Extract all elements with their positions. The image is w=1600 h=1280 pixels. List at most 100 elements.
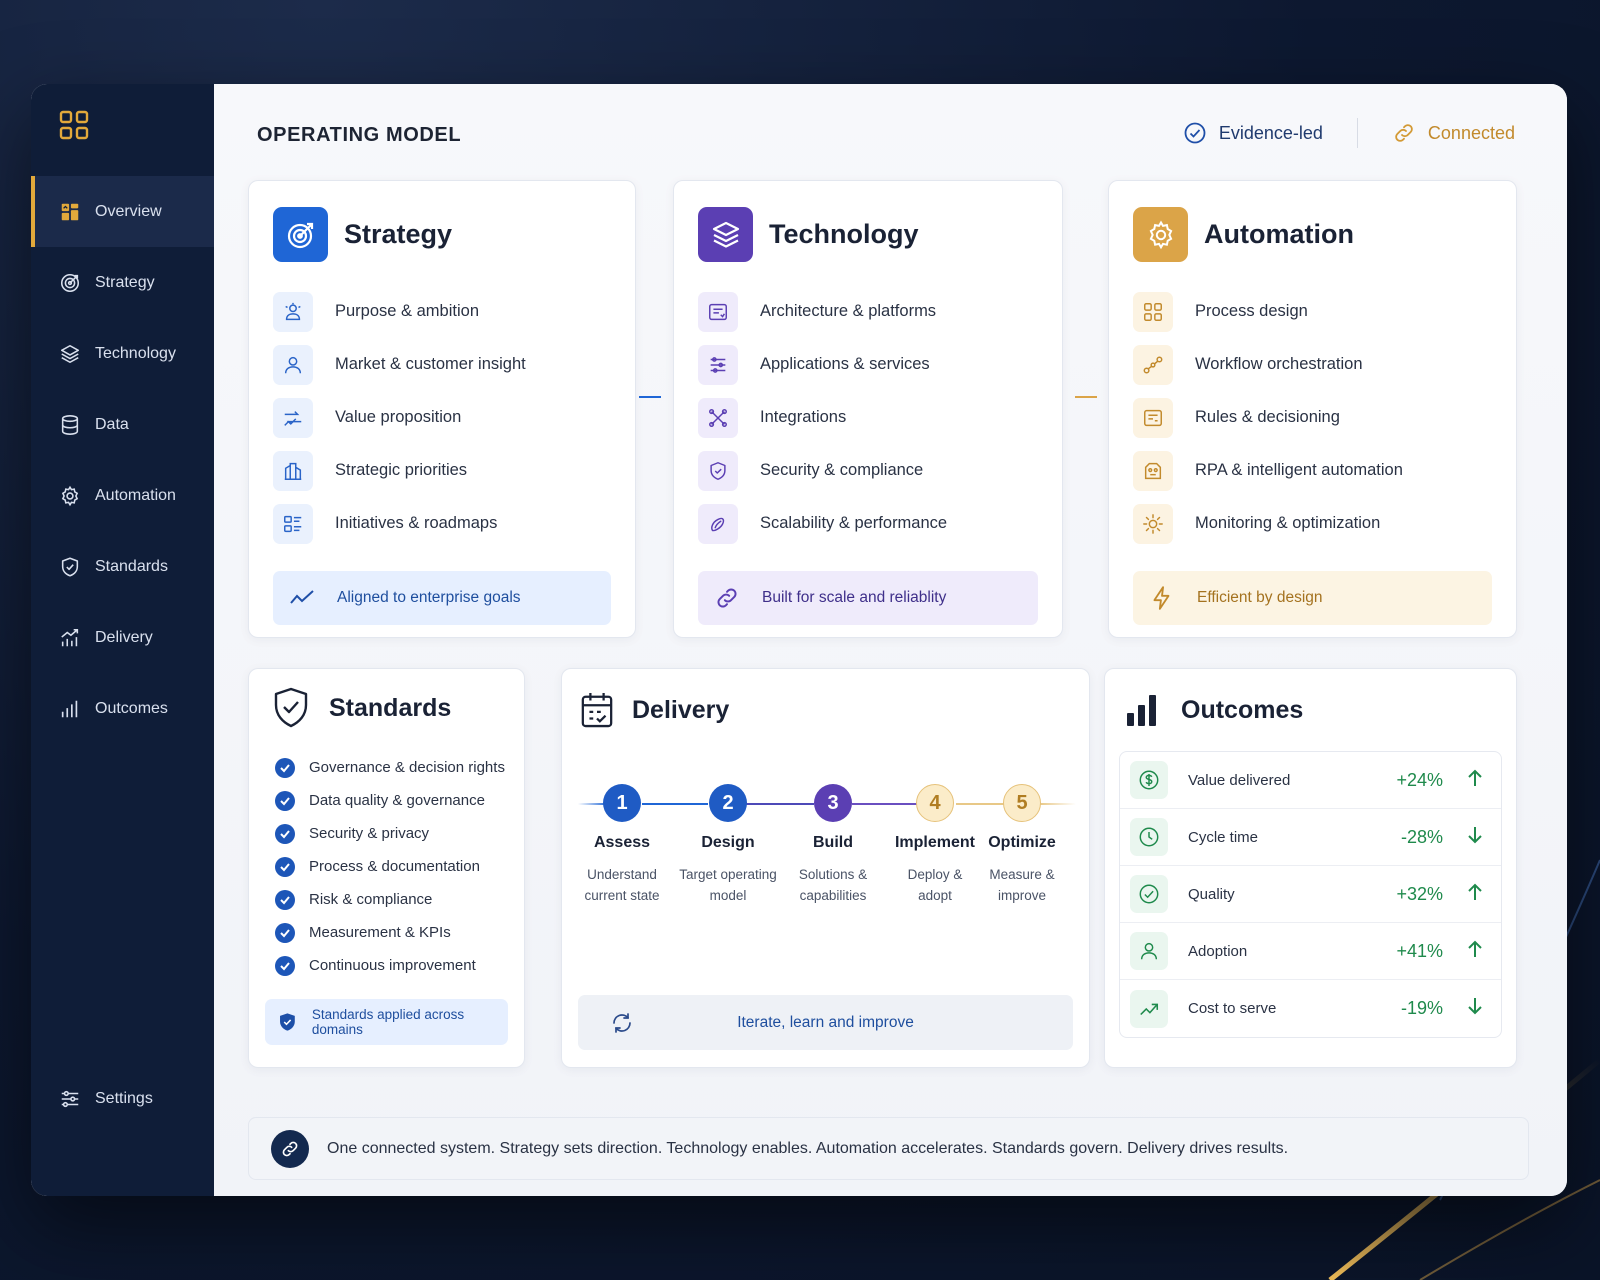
- outcome-label: Cycle time: [1188, 828, 1259, 846]
- workflow-icon: [1143, 355, 1163, 374]
- strategy-card-icon-tile: [273, 207, 328, 262]
- bar-chart-icon: [61, 700, 78, 717]
- list-item-label: Governance & decision rights: [309, 759, 505, 776]
- list-item-label: Security & privacy: [309, 825, 430, 842]
- list-item[interactable]: Process design: [1133, 285, 1492, 338]
- delivery-step-build[interactable]: 3 Build Solutions & capabilities: [778, 784, 888, 906]
- gear-icon: [1149, 220, 1172, 249]
- strategy-list: Purpose & ambition Market & customer ins…: [273, 285, 611, 550]
- list-item[interactable]: Workflow orchestration: [1133, 338, 1492, 391]
- outcome-value: +24%: [1396, 769, 1443, 790]
- list-item[interactable]: Integrations: [698, 391, 1038, 444]
- list-item[interactable]: Purpose & ambition: [273, 285, 611, 338]
- team-icon: [285, 302, 301, 320]
- list-item[interactable]: Strategic priorities: [273, 444, 611, 497]
- sidebar-item-settings[interactable]: Settings: [31, 1063, 214, 1134]
- list-item[interactable]: Security & compliance: [698, 444, 1038, 497]
- technology-footer-pill: Built for scale and reliablity: [698, 571, 1038, 625]
- evidence-led-label: Evidence-led: [1218, 122, 1323, 143]
- list-item-label: Process & documentation: [309, 858, 480, 875]
- step-number: 3: [814, 784, 852, 822]
- app-grid-logo-icon[interactable]: [59, 110, 89, 140]
- list-item[interactable]: Initiatives & roadmaps: [273, 497, 611, 550]
- sidebar-item-label: Overview: [95, 202, 162, 220]
- list-item[interactable]: RPA & intelligent automation: [1133, 444, 1492, 497]
- list-item: Data quality & governance: [275, 784, 505, 817]
- technology-card: Technology Architecture & platforms Appl…: [673, 180, 1063, 638]
- step-description: Measure & improve: [989, 867, 1055, 903]
- gear-icon: [61, 485, 79, 506]
- list-item-label: Continuous improvement: [309, 957, 476, 974]
- footer-banner: One connected system. Strategy sets dire…: [248, 1117, 1529, 1180]
- link-icon: [1395, 124, 1413, 142]
- check-circle-icon: [1139, 884, 1159, 904]
- outcome-label: Quality: [1188, 885, 1235, 903]
- layers-icon: [60, 344, 80, 363]
- outcome-value: -28%: [1400, 826, 1443, 847]
- table-row: Adoption +41%: [1120, 923, 1501, 980]
- sidebar-item-label: Delivery: [95, 628, 153, 646]
- strategy-footer-label: Aligned to enterprise goals: [337, 589, 521, 606]
- delivery-footer-pill: Iterate, learn and improve: [578, 995, 1073, 1050]
- lightning-icon: [1153, 586, 1170, 610]
- list-item-label: Process design: [1195, 302, 1308, 320]
- check-icon: [275, 889, 295, 910]
- delivery-step-design[interactable]: 2 Design Target operating model: [673, 784, 783, 906]
- clock-icon: [1139, 827, 1159, 847]
- check-icon: [275, 823, 295, 844]
- strategy-card: Strategy Purpose & ambition Market & cus…: [248, 180, 636, 638]
- list-item[interactable]: Monitoring & optimization: [1133, 497, 1492, 550]
- sidebar-item-label: Data: [95, 415, 129, 433]
- delivery-step-assess[interactable]: 1 Assess Understand current state: [567, 784, 677, 906]
- table-row: Cost to serve -19%: [1120, 980, 1501, 1037]
- sidebar-item-technology[interactable]: Technology: [31, 318, 214, 389]
- step-number: 2: [709, 784, 747, 822]
- list-item[interactable]: Rules & decisioning: [1133, 391, 1492, 444]
- outcome-label: Value delivered: [1188, 771, 1291, 789]
- sidebar-item-outcomes[interactable]: Outcomes: [31, 673, 214, 744]
- list-item-label: Architecture & platforms: [760, 302, 937, 320]
- app-window: Overview Strategy Technology Data Automa…: [31, 84, 1567, 1196]
- sliders-icon: [61, 1090, 79, 1107]
- performance-icon: [711, 517, 725, 531]
- delivery-card: Delivery 1 Assess Understand current stat…: [561, 668, 1090, 1068]
- sidebar-item-data[interactable]: Data: [31, 389, 214, 460]
- evidence-led-badge[interactable]: Evidence-led: [1183, 121, 1323, 145]
- list-item[interactable]: Market & customer insight: [273, 338, 611, 391]
- strategy-footer-pill: Aligned to enterprise goals: [273, 571, 611, 625]
- shield-icon: [61, 557, 79, 576]
- refresh-icon: [613, 1012, 631, 1033]
- sidebar-item-overview[interactable]: Overview: [31, 176, 214, 247]
- sidebar-item-label: Strategy: [95, 273, 155, 291]
- list-item: Measurement & KPIs: [275, 916, 505, 949]
- technology-card-title: Technology: [769, 219, 919, 249]
- list-item-label: RPA & intelligent automation: [1195, 461, 1403, 479]
- trend-line-icon: [290, 590, 314, 604]
- check-circle-icon: [1184, 122, 1206, 144]
- list-item[interactable]: Value proposition: [273, 391, 611, 444]
- link-icon: [717, 588, 737, 608]
- shield-check-icon: [274, 687, 308, 728]
- sidebar-item-delivery[interactable]: Delivery: [31, 602, 214, 673]
- list-item[interactable]: Applications & services: [698, 338, 1038, 391]
- outcomes-card: Outcomes Value delivered +24% Cycle time…: [1104, 668, 1517, 1068]
- sidebar-item-automation[interactable]: Automation: [31, 460, 214, 531]
- check-icon: [275, 856, 295, 877]
- sidebar-item-standards[interactable]: Standards: [31, 531, 214, 602]
- technology-list: Architecture & platforms Applications & …: [698, 285, 1038, 550]
- connected-label: Connected: [1427, 122, 1515, 143]
- footer-text: One connected system. Strategy sets dire…: [327, 1139, 1289, 1157]
- technology-footer-label: Built for scale and reliablity: [762, 589, 947, 606]
- list-item[interactable]: Architecture & platforms: [698, 285, 1038, 338]
- list-item[interactable]: Scalability & performance: [698, 497, 1038, 550]
- outcome-value: +41%: [1396, 940, 1443, 961]
- step-description: Target operating model: [679, 867, 777, 903]
- delivery-step-optimize[interactable]: 5 Optimize Measure & improve: [967, 784, 1077, 906]
- integration-icon: [709, 408, 727, 427]
- list-item-label: Scalability & performance: [760, 514, 948, 532]
- user-icon: [284, 356, 302, 373]
- sidebar-item-label: Standards: [95, 557, 168, 575]
- sidebar-item-strategy[interactable]: Strategy: [31, 247, 214, 318]
- connected-badge[interactable]: Connected: [1392, 121, 1515, 145]
- link-icon: [271, 1129, 309, 1168]
